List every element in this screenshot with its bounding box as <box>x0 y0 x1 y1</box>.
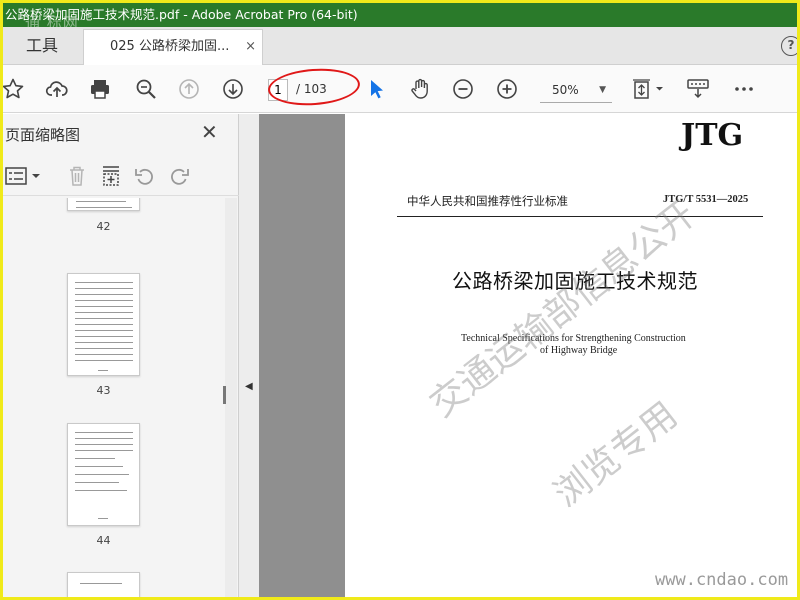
rotate-left-icon[interactable] <box>133 164 157 188</box>
main-toolbar: / 103 50% ▼ <box>3 65 797 113</box>
jtg-logo: JTG <box>681 118 744 153</box>
star-icon[interactable] <box>3 77 25 101</box>
page-total: / 103 <box>296 82 327 96</box>
page-thumbnails-panel: 页面缩略图 ✕ 42 43 44 <box>3 114 239 597</box>
standard-category: 中华人民共和国推荐性行业标准 <box>407 194 568 208</box>
zoom-in-icon[interactable] <box>495 77 519 101</box>
tab-document-label: 025 公路桥梁加固... <box>110 39 230 54</box>
acrobat-window: 公路桥梁加固施工技术规范.pdf - Adobe Acrobat Pro (64… <box>3 3 797 597</box>
panel-title: 页面缩略图 <box>5 126 81 144</box>
thumbnail-label: 43 <box>96 384 111 397</box>
page-up-icon[interactable] <box>177 77 201 101</box>
site-watermark-bottom: www.cndao.com <box>655 570 789 590</box>
collapse-panel-icon[interactable]: ◀ <box>245 381 253 392</box>
zoom-search-icon[interactable] <box>134 77 158 101</box>
zoom-out-icon[interactable] <box>451 77 475 101</box>
document-page: JTG 中华人民共和国推荐性行业标准 JTG/T 5531—2025 公路桥梁加… <box>345 114 797 597</box>
site-watermark-top: 通 标网 <box>25 14 79 27</box>
panel-divider[interactable] <box>239 114 259 597</box>
close-icon[interactable]: ✕ <box>201 120 218 144</box>
print-icon[interactable] <box>88 77 112 101</box>
page-thumbnail[interactable] <box>67 423 140 526</box>
thumbnail-options-icon[interactable] <box>5 164 43 188</box>
panel-resize-grip[interactable] <box>223 386 226 404</box>
fit-page-icon[interactable] <box>631 77 667 101</box>
zoom-value: 50% <box>552 83 579 97</box>
watermark-line1: 交通运输部信息公开 <box>422 193 704 426</box>
help-icon[interactable]: ? <box>781 36 797 56</box>
watermark-line2: 浏览专用 <box>546 394 686 516</box>
zoom-level-select[interactable]: 50% ▼ <box>540 77 612 103</box>
tab-tools[interactable]: 工具 <box>3 27 81 65</box>
header-rule <box>397 216 763 217</box>
comment-keyboard-icon[interactable] <box>686 77 710 101</box>
more-icon[interactable] <box>732 77 756 101</box>
thumbnail-scrollbar[interactable] <box>225 198 237 597</box>
tab-close-icon[interactable]: × <box>245 30 256 64</box>
chevron-down-icon: ▼ <box>599 85 606 95</box>
thumbnail-toolbar <box>3 156 239 196</box>
page-navigator: / 103 <box>268 78 353 102</box>
thumbnail-list: 42 43 44 <box>3 198 225 597</box>
page-thumbnail[interactable] <box>67 572 140 597</box>
rotate-right-icon[interactable] <box>167 164 191 188</box>
delete-icon[interactable] <box>65 164 89 188</box>
cloud-upload-icon[interactable] <box>45 77 69 101</box>
select-cursor-icon[interactable] <box>365 77 389 101</box>
window-title-bar: 公路桥梁加固施工技术规范.pdf - Adobe Acrobat Pro (64… <box>3 3 797 27</box>
thumbnail-label: 42 <box>96 220 111 233</box>
page-thumbnail[interactable] <box>67 273 140 376</box>
page-thumbnail[interactable] <box>67 198 140 211</box>
thumbnail-label: 44 <box>96 534 111 547</box>
tab-bar: 工具 025 公路桥梁加固... × ? <box>3 27 797 65</box>
tab-document[interactable]: 025 公路桥梁加固... × <box>83 29 263 65</box>
insert-page-icon[interactable] <box>99 164 123 188</box>
page-number-input[interactable] <box>268 79 288 101</box>
hand-icon[interactable] <box>408 77 432 101</box>
page-down-icon[interactable] <box>221 77 245 101</box>
